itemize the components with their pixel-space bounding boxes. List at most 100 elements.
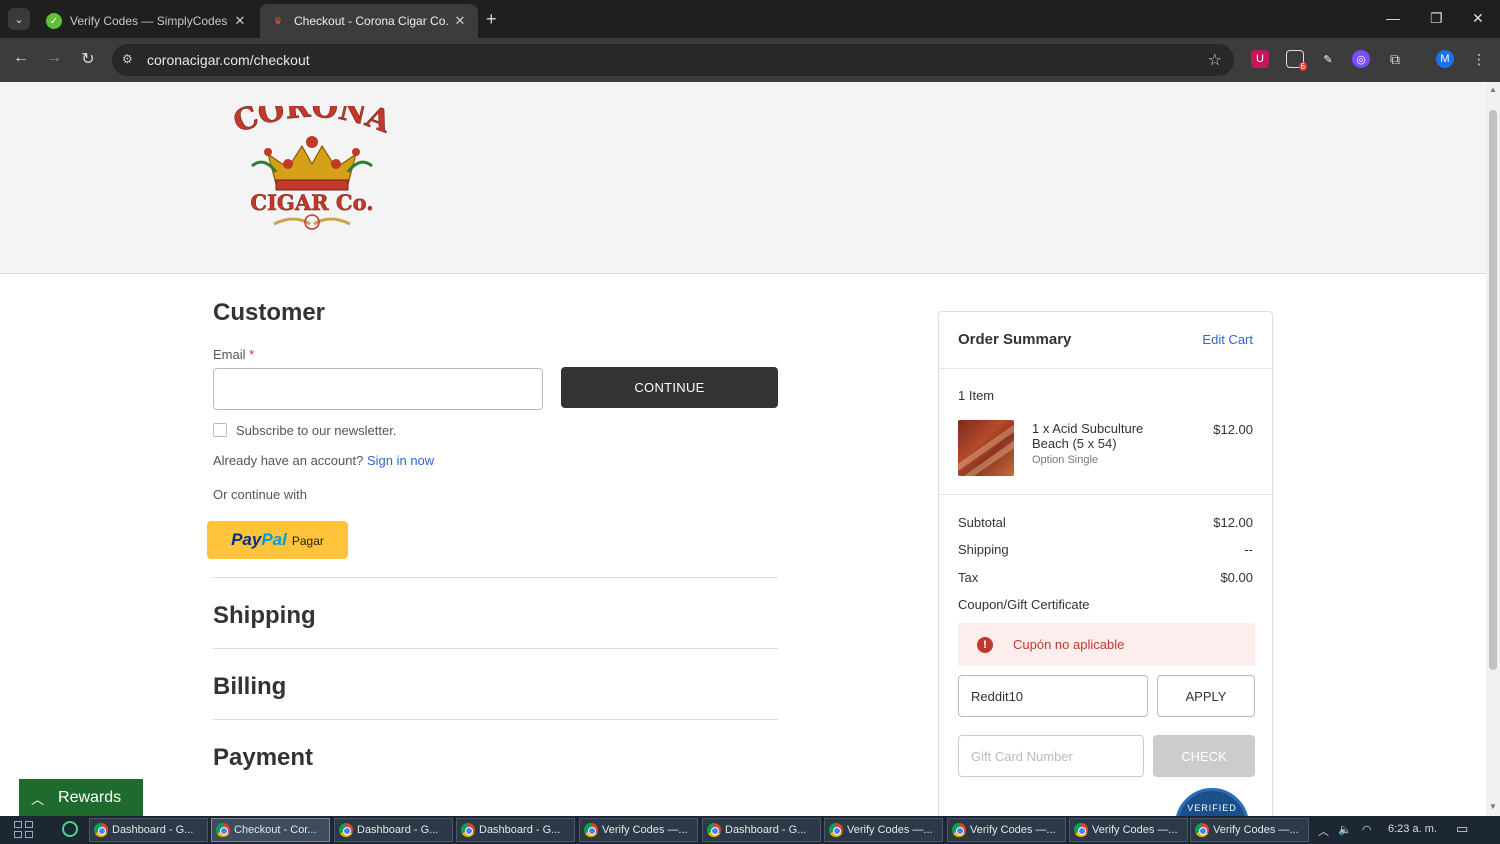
coupon-toggle-link[interactable]: Coupon/Gift Certificate: [958, 597, 1090, 612]
site-info-icon[interactable]: ⚙: [122, 52, 133, 66]
extension-icon[interactable]: 6: [1286, 50, 1307, 71]
taskbar-chrome-window[interactable]: Verify Codes —...: [579, 818, 698, 842]
apply-button[interactable]: APPLY: [1157, 675, 1255, 717]
windows-taskbar: Dashboard - G... Checkout - Cor... Dashboa…: [0, 816, 1500, 844]
taskbar-window-label: Verify Codes —...: [970, 824, 1056, 836]
continue-button[interactable]: CONTINUE: [561, 367, 778, 408]
purple-extension-icon[interactable]: ◎: [1352, 50, 1370, 68]
continue-with-text: Or continue with: [213, 487, 307, 502]
chrome-icon: [461, 823, 475, 837]
clock-time[interactable]: 6:23 a. m.: [1388, 823, 1437, 835]
taskbar-chrome-window[interactable]: Dashboard - G...: [702, 818, 821, 842]
scroll-up-icon[interactable]: ▲: [1489, 85, 1497, 94]
taskbar-window-label: Verify Codes —...: [1092, 824, 1178, 836]
tray-chevron-icon[interactable]: ︿: [1318, 823, 1329, 839]
menu-dots-icon[interactable]: ⋮: [1470, 50, 1488, 68]
taskbar-window-label: Checkout - Cor...: [234, 824, 317, 836]
email-input[interactable]: [213, 368, 543, 410]
billing-heading[interactable]: Billing: [213, 673, 286, 701]
scroll-down-icon[interactable]: ▼: [1489, 802, 1497, 811]
taskbar-chrome-window[interactable]: Verify Codes —...: [1190, 818, 1309, 842]
close-tab-icon[interactable]: ✕: [232, 13, 248, 29]
extensions-puzzle-icon[interactable]: ⧉: [1386, 50, 1404, 68]
sign-in-link[interactable]: Sign in now: [367, 453, 434, 468]
minimize-icon[interactable]: —: [1386, 10, 1400, 26]
corona-cigar-logo[interactable]: CORONA CIGAR Co.: [224, 106, 400, 236]
newsletter-label: Subscribe to our newsletter.: [236, 423, 397, 438]
taskbar-chrome-window[interactable]: Dashboard - G...: [456, 818, 575, 842]
taskbar-chrome-window[interactable]: Verify Codes —...: [824, 818, 943, 842]
wifi-icon[interactable]: ◠: [1362, 823, 1372, 836]
taskbar-window-label: Verify Codes —...: [847, 824, 933, 836]
check-button[interactable]: CHECK: [1153, 735, 1255, 777]
taskbar-window-label: Dashboard - G...: [479, 824, 561, 836]
taskbar-window-label: Verify Codes —...: [602, 824, 688, 836]
taskbar-chrome-window[interactable]: Checkout - Cor...: [211, 818, 330, 842]
paypal-action-text: Pagar: [291, 534, 324, 548]
ublock-extension-icon[interactable]: U: [1251, 50, 1269, 68]
taskbar-window-label: Verify Codes —...: [1213, 824, 1299, 836]
verified-seal: VERIFIED: [1175, 788, 1249, 816]
laurel-icon: [273, 214, 351, 230]
tab-checkout[interactable]: ♛ Checkout - Corona Cigar Co. ✕: [260, 4, 478, 38]
chrome-icon: [707, 823, 721, 837]
taskbar-chrome-window[interactable]: Dashboard - G...: [334, 818, 453, 842]
back-icon[interactable]: ←: [11, 49, 31, 67]
taskbar-chrome-window[interactable]: Verify Codes —...: [947, 818, 1066, 842]
url-text[interactable]: coronacigar.com/checkout: [147, 52, 310, 68]
paypal-logo-pay: Pay: [231, 530, 262, 549]
profile-avatar[interactable]: M: [1436, 50, 1454, 68]
page-scrollbar[interactable]: ▲ ▼: [1486, 82, 1500, 816]
shipping-heading[interactable]: Shipping: [213, 602, 316, 630]
divider: [939, 368, 1272, 369]
tab-verify-codes[interactable]: ✓ Verify Codes — SimplyCodes ✕: [36, 4, 258, 38]
taskbar-chrome-window[interactable]: Verify Codes —...: [1069, 818, 1188, 842]
scrollbar-thumb[interactable]: [1489, 110, 1497, 670]
close-window-icon[interactable]: ✕: [1472, 10, 1484, 27]
email-label: Email *: [213, 347, 254, 362]
rewards-button[interactable]: ︿ Rewards: [19, 779, 143, 816]
divider: [213, 577, 778, 578]
chrome-icon: [339, 823, 353, 837]
tab-title: Checkout - Corona Cigar Co.: [294, 14, 449, 28]
taskbar-chrome-window[interactable]: Dashboard - G...: [89, 818, 208, 842]
product-thumbnail: [958, 420, 1014, 476]
bookmark-star-icon[interactable]: ☆: [1208, 50, 1222, 70]
start-grid-icon[interactable]: [14, 821, 34, 839]
chrome-icon: [584, 823, 598, 837]
rewards-label: Rewards: [58, 789, 122, 806]
new-tab-icon[interactable]: +: [486, 9, 497, 30]
logo-bottom-text: CIGAR Co.: [250, 190, 373, 215]
newsletter-checkbox[interactable]: [213, 423, 227, 437]
gift-card-input[interactable]: Gift Card Number: [958, 735, 1144, 777]
edit-cart-link[interactable]: Edit Cart: [1202, 332, 1253, 347]
subtotal-value: $12.00: [1213, 515, 1253, 530]
volume-icon[interactable]: 🔈: [1338, 823, 1352, 836]
account-prompt: Already have an account?: [213, 453, 364, 468]
reload-icon[interactable]: ↻: [78, 49, 98, 69]
taskbar-window-label: Dashboard - G...: [725, 824, 807, 836]
paypal-button[interactable]: Pay Pal Pagar: [207, 521, 348, 559]
divider: [213, 719, 778, 720]
whatsapp-icon[interactable]: [62, 821, 78, 837]
notifications-icon[interactable]: ▭: [1456, 821, 1468, 837]
forward-icon[interactable]: →: [44, 49, 64, 67]
close-tab-icon[interactable]: ✕: [452, 13, 468, 29]
chrome-icon: [952, 823, 966, 837]
browser-toolbar: ← → ↻ ⚙ coronacigar.com/checkout ☆ U 6 ✎…: [0, 38, 1500, 82]
tab-title: Verify Codes — SimplyCodes: [70, 14, 228, 28]
tax-label: Tax: [958, 570, 979, 585]
coupon-input[interactable]: Reddit10: [958, 675, 1148, 717]
tax-value: $0.00: [1220, 570, 1253, 585]
coupon-error-message: Cupón no aplicable: [1013, 637, 1125, 652]
svg-text:CORONA: CORONA: [229, 106, 396, 141]
pen-extension-icon[interactable]: ✎: [1319, 50, 1337, 68]
subtotal-label: Subtotal: [958, 515, 1006, 530]
item-option: Option Single: [1032, 454, 1099, 466]
restore-icon[interactable]: ❐: [1430, 10, 1443, 27]
crown-icon: [251, 136, 373, 191]
tab-search-button[interactable]: ⌄: [8, 8, 30, 30]
address-bar[interactable]: ⚙ coronacigar.com/checkout ☆: [112, 44, 1234, 76]
payment-heading[interactable]: Payment: [213, 744, 313, 772]
corona-favicon-icon: ♛: [273, 15, 283, 27]
